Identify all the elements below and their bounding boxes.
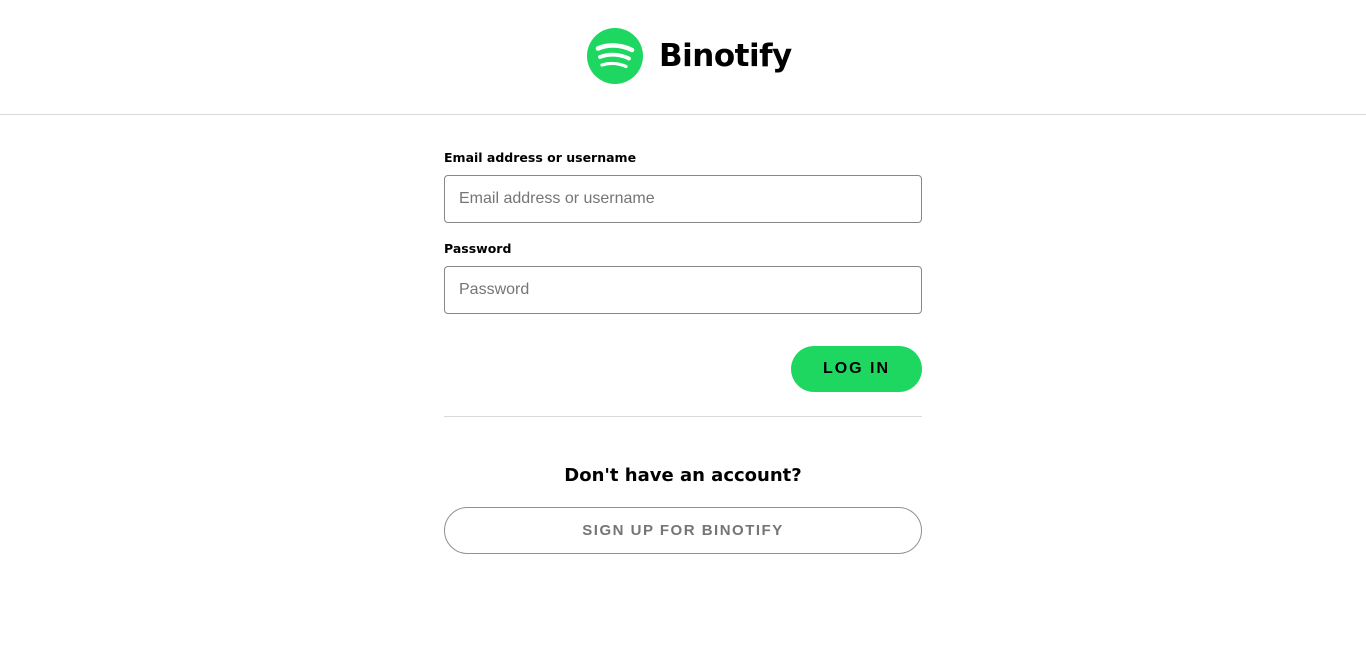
signup-button[interactable]: SIGN UP FOR BINOTIFY — [444, 507, 922, 554]
spotify-logo-icon — [587, 28, 643, 84]
email-label: Email address or username — [444, 150, 637, 165]
email-input[interactable] — [444, 175, 922, 223]
page-header: Binotify — [0, 0, 1366, 115]
brand[interactable]: Binotify — [587, 28, 792, 84]
divider — [444, 416, 922, 417]
signup-prompt: Don't have an account? — [564, 465, 802, 486]
password-label: Password — [444, 241, 512, 256]
app-name: Binotify — [659, 38, 792, 74]
login-button[interactable]: LOG IN — [791, 346, 922, 392]
password-input[interactable] — [444, 266, 922, 314]
